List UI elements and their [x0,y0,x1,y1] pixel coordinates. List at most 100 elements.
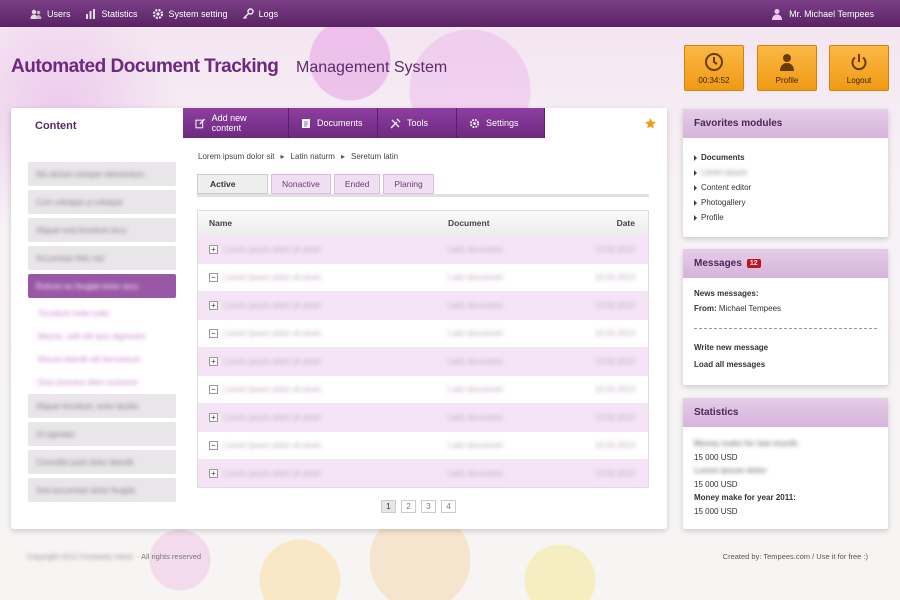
cell-document: Latin document [448,441,503,450]
collapse-icon[interactable]: − [209,441,218,450]
left-menu-item[interactable]: Cum volutpat ut volutpat [28,190,176,214]
favorite-item-label: Lorem ipsum [701,168,748,177]
page-button[interactable]: 4 [441,500,456,513]
expand-icon[interactable]: + [209,413,218,422]
table-row[interactable]: + Lorem ipsum dolor sit amet Latin documen… [198,347,648,375]
stat-label: Money make for year 2011: [694,493,796,502]
subtab-ended[interactable]: Ended [333,174,381,194]
left-submenu-item-label: Mauris, velit elit quis dignissim [38,332,146,341]
column-header-document[interactable]: Document [448,218,490,228]
nav-users-label: Users [47,8,71,19]
left-menu-item-active[interactable]: Rutrum eu feugiat tortor arcu [28,274,176,298]
breadcrumb-item[interactable]: Lorem ipsum dolor sit [198,152,274,161]
messages-count-badge: 12 [746,259,761,268]
content-tabbar: Add new content Documents Tools Settings [183,108,545,138]
top-nav: Users Statistics System setting Logs [30,0,278,27]
expand-icon[interactable]: + [209,301,218,310]
nav-statistics-label: Statistics [101,8,138,19]
subtab-nonactive[interactable]: Nonactive [271,174,331,194]
column-header-date[interactable]: Date [617,218,635,228]
expand-icon[interactable]: + [209,469,218,478]
collapse-icon[interactable]: − [209,329,218,338]
table-row[interactable]: − Lorem ipsum dolor sit amet Latin documen… [198,431,648,459]
gear-icon [152,8,163,19]
favorites-title: Favorites modules [683,109,888,138]
nav-logs[interactable]: Logs [242,7,279,20]
stat-label: Money make for last month [694,439,798,448]
breadcrumb-item[interactable]: Seretum latin [351,152,398,161]
session-timer-button[interactable]: 00:34:52 [684,45,744,91]
tab-add-new-content[interactable]: Add new content [183,108,289,138]
subtab-active[interactable]: Active [197,174,268,194]
footer-copyright: Copyright 2012 Company name · All rights… [27,552,201,561]
current-user[interactable]: Mr. Michael Tempees [771,0,874,27]
table-row[interactable]: − Lorem ipsum dolor sit amet Latin documen… [198,263,648,291]
collapse-icon[interactable]: − [209,273,218,282]
nav-logs-label: Logs [258,8,279,19]
table-row[interactable]: + Lorem ipsum dolor sit amet Latin documen… [198,459,648,487]
left-menu-item[interactable]: Sed accumsan dolor feugiat [28,478,176,502]
nav-statistics[interactable]: Statistics [85,8,138,20]
favorite-item-label: Profile [701,213,724,222]
table-row[interactable]: − Lorem ipsum dolor sit amet Latin documen… [198,319,648,347]
tab-documents[interactable]: Documents [289,108,378,138]
users-icon [30,9,42,19]
left-menu-item[interactable]: Convallis justo dolor blandit [28,450,176,474]
messages-widget: Messages 12 News messages: From: Michael… [683,249,888,385]
table-row[interactable]: + Lorem ipsum dolor sit amet Latin documen… [198,235,648,263]
page-button[interactable]: 3 [421,500,436,513]
left-submenu-item[interactable]: Mauris, velit elit quis dignissim [28,325,176,348]
page-button[interactable]: 1 [381,500,396,513]
table-row[interactable]: − Lorem ipsum dolor sit amet Latin documen… [198,375,648,403]
subtab-planing[interactable]: Planing [383,174,434,194]
left-submenu-item[interactable]: Tincidunt nulla nulla [28,302,176,325]
write-new-message-link[interactable]: Write new message [694,339,877,356]
breadcrumb-item[interactable]: Latin naturm [291,152,335,161]
profile-button[interactable]: Profile [757,45,817,91]
left-submenu-item[interactable]: Mauris blandit elit fermentum [28,348,176,371]
favorite-item[interactable]: Photogallery [694,195,877,210]
left-menu-item-label: Ut egestas [36,429,75,439]
cell-document: Latin document [448,301,503,310]
cell-date: 13.02.2013 [594,469,635,478]
table-row[interactable]: + Lorem ipsum dolor sit amet Latin documen… [198,291,648,319]
nav-system-setting[interactable]: System setting [152,8,228,20]
collapse-icon[interactable]: − [209,385,218,394]
column-header-name[interactable]: Name [209,218,232,228]
left-menu-item[interactable]: Accumsan felis nisi [28,246,176,270]
favorite-item[interactable]: Documents [694,150,877,165]
left-submenu-item[interactable]: Duis posuere diam euismod [28,371,176,394]
arrow-right-icon [694,154,697,161]
favorite-item[interactable]: Profile [694,210,877,225]
tab-tools[interactable]: Tools [378,108,457,138]
session-timer-label: 00:34:52 [698,76,730,85]
footer-credits[interactable]: Created by: Tempees.com / Use it for fre… [723,552,868,561]
left-menu-item[interactable]: Ut egestas [28,422,176,446]
favorite-star-button[interactable] [634,108,667,138]
load-all-messages-link[interactable]: Load all messages [694,356,877,373]
expand-icon[interactable]: + [209,245,218,254]
nav-users[interactable]: Users [30,8,71,20]
favorite-item[interactable]: Lorem ipsum [694,165,877,180]
logout-button[interactable]: Logout [829,45,889,91]
left-menu-item[interactable]: Nis dictum semper elementum [28,162,176,186]
left-menu-item[interactable]: Aliquet erat tincidunt arcu [28,218,176,242]
tab-settings[interactable]: Settings [457,108,545,138]
cell-name: Lorem ipsum dolor sit amet [224,357,321,366]
breadcrumb-separator-icon: ▸ [340,152,345,161]
left-menu-item-label: Accumsan felis nisi [36,253,105,263]
subtab-divider [197,194,649,197]
profile-label: Profile [775,76,799,85]
arrow-right-icon [694,169,697,176]
page-button[interactable]: 2 [401,500,416,513]
cell-name: Lorem ipsum dolor sit amet [224,329,321,338]
cell-date: 13.02.2013 [594,413,635,422]
message-from[interactable]: From: Michael Tempees [694,301,877,316]
table-row[interactable]: + Lorem ipsum dolor sit amet Latin documen… [198,403,648,431]
left-menu-item[interactable]: Aliquet tincidunt, enim facilisi [28,394,176,418]
stat-value: 15 000 USD [694,452,738,462]
arrow-right-icon [694,184,697,191]
favorite-item[interactable]: Content editor [694,180,877,195]
table-header: Name Document Date [198,211,648,235]
expand-icon[interactable]: + [209,357,218,366]
